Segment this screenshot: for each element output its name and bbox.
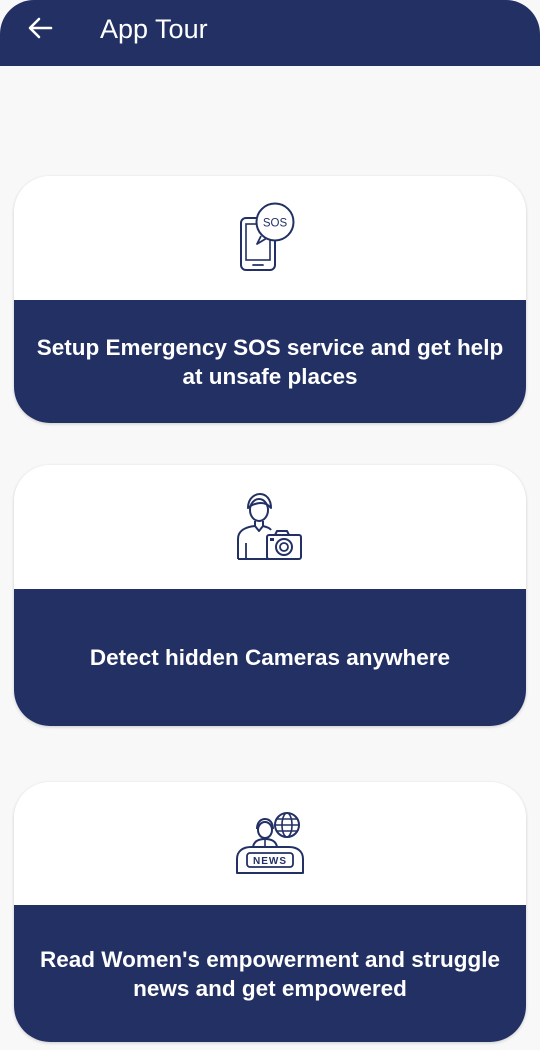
card-caption: Setup Emergency SOS service and get help… <box>14 300 526 423</box>
app-bar: App Tour <box>0 0 540 66</box>
card-caption: Detect hidden Cameras anywhere <box>14 589 526 726</box>
card-text-line: Read Women's empowerment and struggle <box>39 946 501 972</box>
news-card[interactable]: NEWS Read Women's empowerment and strugg… <box>14 782 526 1042</box>
card-icon-area <box>14 465 526 589</box>
card-text: Read Women's empowerment and struggle ne… <box>40 945 500 1003</box>
card-text: Detect hidden Cameras anywhere <box>90 643 450 672</box>
page-title: App Tour <box>100 14 208 44</box>
sos-card[interactable]: SOS Setup Emergency SOS service and get … <box>14 176 526 423</box>
sos-icon-text: SOS <box>263 218 288 230</box>
card-icon-area: SOS <box>14 176 526 300</box>
card-text-line: Setup Emergency SOS service and get help <box>36 334 504 360</box>
sos-phone-icon: SOS <box>238 202 302 274</box>
person-camera-icon <box>235 491 305 563</box>
card-text-line: Detect hidden Cameras anywhere <box>89 645 451 670</box>
hidden-camera-card[interactable]: Detect hidden Cameras anywhere <box>14 465 526 726</box>
card-text-line: at unsafe places <box>182 363 358 389</box>
card-text-line: news and get empowered <box>133 975 407 1001</box>
back-button[interactable] <box>22 10 58 46</box>
arrow-left-icon <box>27 17 53 39</box>
news-icon-text: NEWS <box>253 856 287 867</box>
news-reporter-icon: NEWS <box>233 811 307 877</box>
card-icon-area: NEWS <box>14 782 526 905</box>
card-caption: Read Women's empowerment and struggle ne… <box>14 905 526 1042</box>
card-text: Setup Emergency SOS service and get help… <box>37 333 503 391</box>
